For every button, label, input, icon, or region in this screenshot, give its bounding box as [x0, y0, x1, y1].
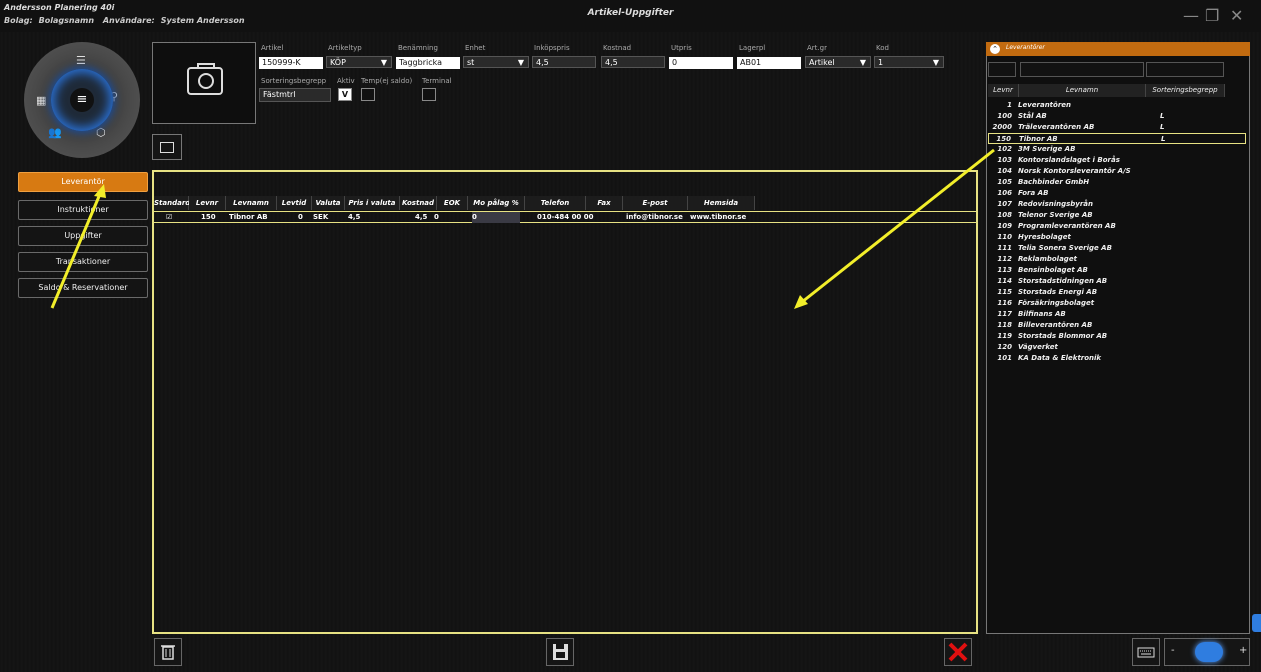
arrow-head-nav	[94, 184, 106, 198]
arrow-to-nav	[50, 193, 102, 309]
annotation-arrows	[50, 148, 995, 309]
app-window: Andersson Planering 40i Bolag: Bolagsnamn…	[0, 0, 1261, 672]
arrow-to-grid	[801, 148, 995, 304]
